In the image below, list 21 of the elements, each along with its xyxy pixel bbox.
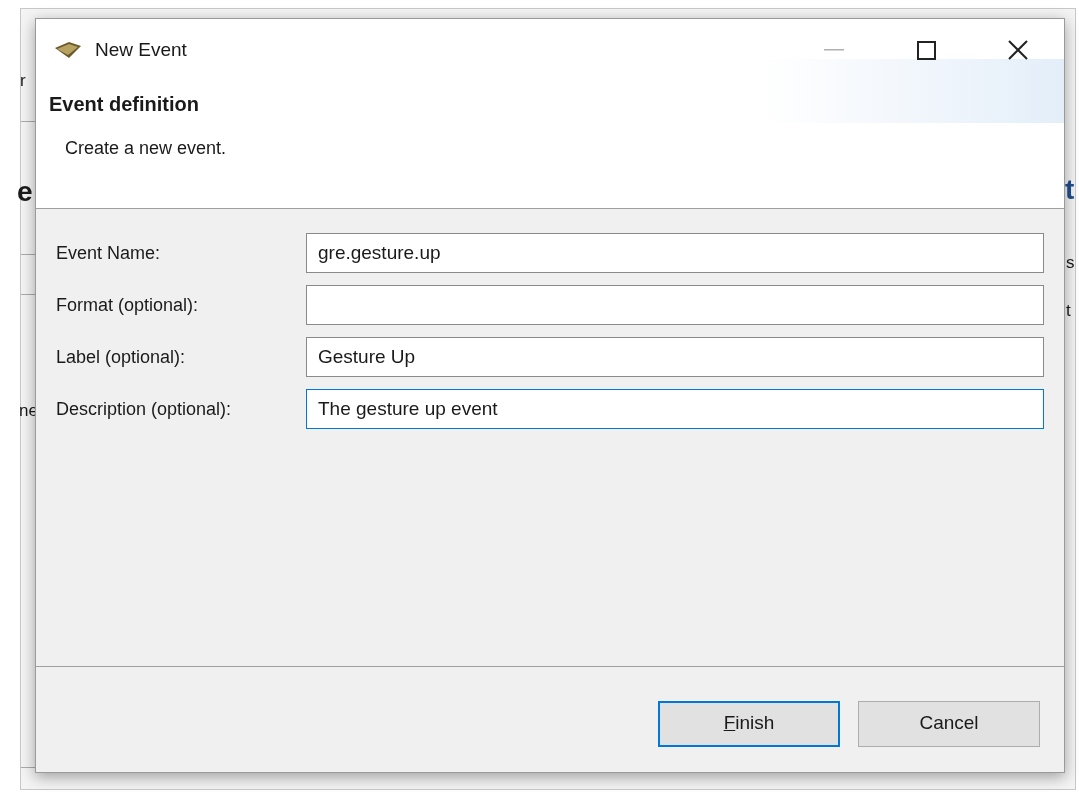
maximize-icon [916,40,936,60]
field-label: Format (optional): [56,293,200,317]
text-field[interactable]: The gesture up event [306,389,1044,429]
background-text: r [20,72,26,89]
text-field[interactable] [306,285,1044,325]
close-icon [1008,40,1028,60]
background-text: e [17,178,33,206]
window-title: New Event [95,37,187,62]
dialog-button[interactable]: Finish [658,700,840,747]
dialog-button[interactable]: Cancel [858,700,1040,747]
minimize-icon [824,49,844,51]
page-description: Create a new event. [65,137,227,160]
text-field[interactable]: Gesture Up [306,337,1044,377]
text-field[interactable]: gre.gesture.up [306,233,1044,273]
field-label: Event Name: [56,241,162,265]
background-text: t [1065,176,1075,204]
background-text: t [1066,302,1071,319]
field-label: Description (optional): [56,397,233,421]
field-label: Label (optional): [56,345,187,369]
page-title: Event definition [49,92,199,117]
background-text: s [1066,254,1075,271]
